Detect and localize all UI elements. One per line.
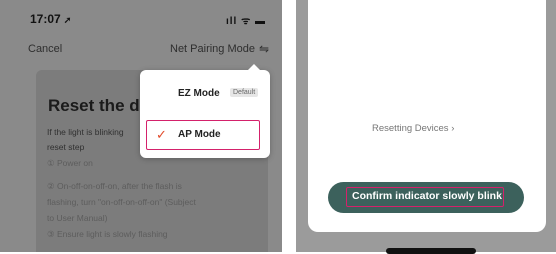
left-phone-screen: 17:07 ➚ ıll ᯤ ▬ Cancel Net Pairing Mode ⇋… <box>0 0 282 252</box>
status-bar: 17:07 ➚ ıll ᯤ ▬ <box>0 0 282 34</box>
cancel-button[interactable]: Cancel <box>28 43 62 55</box>
swap-icon[interactable]: ⇋ <box>259 42 269 56</box>
signal-wifi-battery-icon: ıll ᯤ ▬ <box>226 16 267 27</box>
reset-line-6: to User Manual) <box>47 213 108 223</box>
checkmark-icon: ✓ <box>156 127 167 142</box>
home-indicator <box>386 248 476 254</box>
confirm-label: Confirm indicator slowly blink <box>352 190 502 202</box>
reset-line-5: flashing, turn "on-off-on-off-on" (Subje… <box>47 197 196 207</box>
confirm-highlight-box: Confirm indicator slowly blink <box>346 187 504 207</box>
confirm-blink-button[interactable]: Confirm indicator slowly blink <box>328 182 524 213</box>
resetting-devices-link[interactable]: Resetting Devices › <box>372 123 454 134</box>
mode-popup-menu: EZ Mode Default ✓ AP Mode <box>140 64 270 158</box>
ap-mode-label: AP Mode <box>178 129 221 140</box>
net-pairing-mode-button[interactable]: Net Pairing Mode <box>170 43 255 55</box>
default-badge: Default <box>230 88 259 97</box>
status-time: 17:07 ➚ <box>30 12 71 26</box>
reset-line-3: ① Power on <box>47 158 93 168</box>
reset-line-7: ③ Ensure light is slowly flashing <box>47 229 168 239</box>
reset-title: Reset the de <box>48 96 150 115</box>
ez-mode-option[interactable]: EZ Mode <box>178 88 220 99</box>
nav-bar: Cancel Net Pairing Mode ⇋ <box>0 38 282 62</box>
location-arrow-icon: ➚ <box>63 15 72 25</box>
ap-mode-option[interactable]: ✓ AP Mode <box>146 120 260 150</box>
reset-line-4: ② On-off-on-off-on, after the flash is <box>47 181 182 191</box>
time-text: 17:07 <box>30 12 61 26</box>
